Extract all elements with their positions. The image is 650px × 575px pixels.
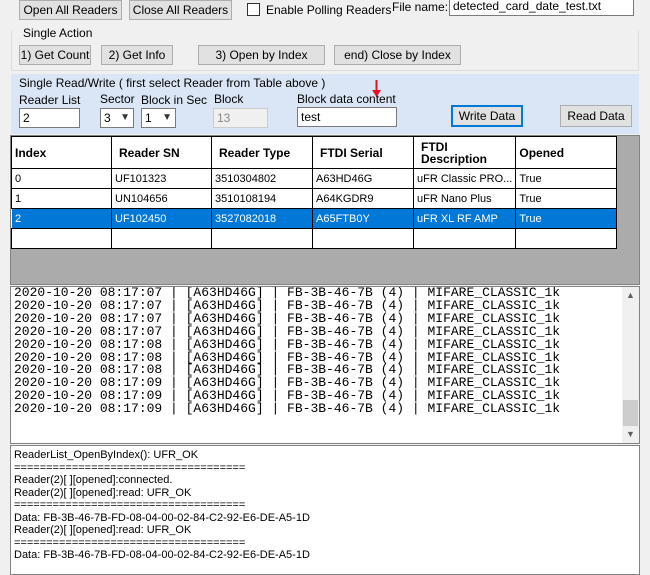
cell-opened[interactable]: True	[515, 208, 618, 229]
table-row[interactable]: 0 UF101323 3510304802 A63HD46G uFR Class…	[11, 168, 618, 189]
polling-checkbox[interactable]	[247, 3, 260, 16]
status-log-lines: ReaderList_OpenByIndex(): UFR_OK ========…	[14, 449, 310, 562]
reader-table-area: Index Reader SN Reader Type FTDI Serial …	[10, 135, 640, 285]
poll-log-textbox[interactable]: 2020-10-20 08:17:07 | [A63HD46G] | FB-3B…	[10, 286, 640, 444]
column-header[interactable]: FTDI Serial	[312, 136, 414, 169]
reader-list-input[interactable]: 2	[19, 108, 80, 128]
cell-reader-type[interactable]: 3510304802	[211, 168, 313, 189]
cell-opened[interactable]: True	[515, 168, 618, 189]
table-row[interactable]: 1 UN104656 3510108194 A64KGDR9 uFR Nano …	[11, 188, 618, 209]
status-log-line: Data: FB-3B-46-7B-FD-08-04-00-02-84-C2-9…	[14, 549, 310, 561]
sector-label: Sector	[100, 92, 135, 106]
cell-index[interactable]: 2	[11, 208, 112, 229]
open-by-index-button[interactable]: 3) Open by Index	[198, 45, 325, 65]
status-log-line: Reader(2)[ ][opened]:connected.	[14, 474, 173, 486]
sector-value: 3	[104, 111, 111, 125]
column-header-text: Reader Type	[219, 145, 291, 160]
column-header[interactable]: Opened	[515, 136, 618, 169]
scroll-up-icon[interactable]: ▲	[622, 287, 639, 304]
cell-opened[interactable]: True	[515, 188, 618, 209]
status-log-line: ReaderList_OpenByIndex(): UFR_OK	[14, 449, 199, 461]
block-label: Block	[214, 92, 244, 106]
close-by-index-button[interactable]: end) Close by Index	[334, 45, 461, 65]
block-in-sec-select[interactable]: 1 ▼	[141, 108, 176, 128]
cell-ftdi-serial[interactable]: A64KGDR9	[312, 188, 414, 209]
file-name-label: File name:	[392, 0, 449, 14]
table-header-row: Index Reader SN Reader Type FTDI Serial …	[11, 136, 618, 169]
column-header[interactable]: Reader SN	[111, 136, 212, 169]
cell-reader-sn[interactable]: UN104656	[111, 188, 212, 209]
table-row-selected[interactable]: 2 UF102450 3527082018 A65FTB0Y uFR XL RF…	[11, 208, 618, 229]
block-in-sec-value: 1	[145, 111, 152, 125]
cell-reader-type[interactable]: 3510108194	[211, 188, 313, 209]
cell-empty[interactable]	[11, 228, 112, 249]
status-log-line: ====================================	[14, 499, 246, 511]
block-in-sec-label: Block in Sec	[141, 93, 208, 107]
column-header-text: FTDI Description	[421, 139, 488, 166]
status-log-line: Reader(2)[ ][opened]:read: UFR_OK	[14, 486, 192, 499]
write-data-button[interactable]: Write Data	[451, 105, 523, 127]
sector-select[interactable]: 3 ▼	[100, 108, 134, 128]
cell-reader-sn[interactable]: UF101323	[111, 168, 212, 189]
cell-reader-type[interactable]: 3527082018	[211, 208, 313, 229]
status-log-line: ====================================	[14, 536, 246, 549]
single-action-title: Single Action	[21, 26, 95, 40]
scroll-thumb[interactable]	[623, 400, 638, 426]
cell-empty[interactable]	[515, 228, 618, 249]
get-info-button[interactable]: 2) Get Info	[101, 45, 173, 65]
cell-empty[interactable]	[312, 228, 414, 249]
table-row-empty[interactable]	[11, 228, 618, 249]
get-count-button[interactable]: 1) Get Count	[19, 45, 91, 65]
chevron-down-icon: ▼	[162, 112, 172, 123]
cell-empty[interactable]	[412, 228, 517, 249]
cell-reader-sn[interactable]: UF102450	[111, 208, 212, 229]
file-name-input[interactable]: detected_card_date_test.txt	[449, 0, 634, 16]
read-data-button[interactable]: Read Data	[560, 105, 632, 127]
status-log-line: Data: FB-3B-46-7B-FD-08-04-00-02-84-C2-9…	[14, 511, 310, 524]
single-rw-title: Single Read/Write ( first select Reader …	[19, 76, 326, 90]
chevron-down-icon: ▼	[120, 112, 130, 123]
cell-ftdi-serial[interactable]: A65FTB0Y	[312, 208, 414, 229]
status-log-line: Reader(2)[ ][opened]:read: UFR_OK	[14, 524, 192, 536]
close-all-readers-button[interactable]: Close All Readers	[129, 0, 232, 20]
scroll-down-icon[interactable]: ▼	[622, 426, 639, 443]
column-header[interactable]: Reader Type	[211, 136, 313, 169]
poll-log-lines: 2020-10-20 08:17:07 | [A63HD46G] | FB-3B…	[14, 287, 560, 416]
column-header[interactable]: Index	[11, 136, 112, 169]
reader-list-label: Reader List	[19, 93, 81, 107]
column-header[interactable]: FTDI Description	[412, 136, 517, 169]
cell-ftdi-serial[interactable]: A63HD46G	[312, 168, 414, 189]
poll-log-scrollbar[interactable]: ▲ ▼	[622, 287, 639, 443]
poll-log-line: 2020-10-20 08:17:09 | [A63HD46G] | FB-3B…	[14, 401, 561, 417]
cell-index[interactable]: 0	[11, 168, 112, 189]
reader-table: Index Reader SN Reader Type FTDI Serial …	[11, 136, 618, 249]
cell-ftdi-description[interactable]: uFR Nano Plus	[412, 188, 517, 209]
open-all-readers-button[interactable]: Open All Readers	[19, 0, 122, 20]
cell-ftdi-description[interactable]: uFR XL RF AMP	[412, 208, 517, 229]
red-arrow-icon	[372, 80, 381, 98]
cell-ftdi-description[interactable]: uFR Classic PRO...	[412, 168, 517, 189]
block-data-input[interactable]: test	[297, 107, 397, 127]
status-log-textbox[interactable]: ReaderList_OpenByIndex(): UFR_OK ========…	[10, 445, 640, 575]
status-log-line: ====================================	[14, 461, 246, 474]
polling-checkbox-label: Enable Polling Readers	[266, 3, 392, 17]
block-input: 13	[213, 108, 268, 128]
cell-index[interactable]: 1	[11, 188, 112, 209]
cell-empty[interactable]	[211, 228, 313, 249]
cell-empty[interactable]	[111, 228, 212, 249]
